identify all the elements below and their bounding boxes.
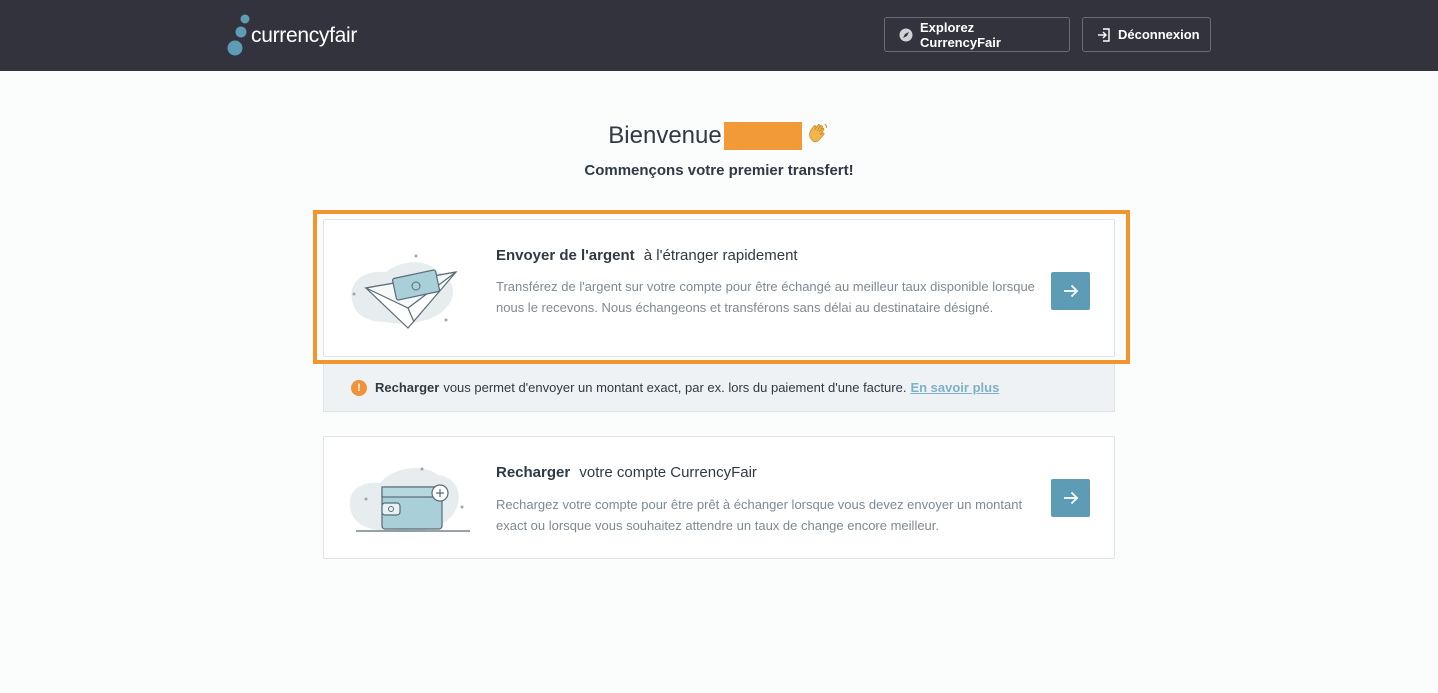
explore-currencyfair-button[interactable]: Explorez CurrencyFair: [884, 17, 1070, 52]
welcome-title: Bienvenue: [608, 122, 722, 149]
info-text: vous permet d'envoyer un montant exact, …: [443, 380, 907, 395]
welcome-heading: Bienvenue: [0, 120, 1438, 152]
info-bold: Recharger: [375, 380, 440, 395]
welcome-subtitle: Commençons votre premier transfert!: [584, 162, 854, 179]
send-title-bold: Envoyer de l'argent: [496, 247, 635, 264]
recharge-info-banner: ! Recharger vous permet d'envoyer un mon…: [323, 364, 1115, 412]
arrow-right-icon: [1063, 284, 1078, 298]
logout-label: Déconnexion: [1118, 27, 1200, 42]
arrow-right-icon: [1063, 491, 1078, 505]
recharge-card-description: Rechargez votre compte pour être prêt à …: [496, 497, 1023, 533]
recharge-arrow-button[interactable]: [1051, 479, 1090, 517]
recharge-title-rest: votre compte CurrencyFair: [579, 464, 757, 481]
logout-icon: [1097, 27, 1111, 42]
logout-button[interactable]: Déconnexion: [1082, 17, 1211, 52]
waving-hand-icon: [806, 121, 830, 151]
compass-icon: [899, 28, 913, 42]
send-card-title: Envoyer de l'argent à l'étranger rapidem…: [496, 247, 798, 264]
explore-label: Explorez CurrencyFair: [920, 19, 1001, 50]
send-money-card[interactable]: Envoyer de l'argent à l'étranger rapidem…: [323, 219, 1115, 357]
currencyfair-logo[interactable]: currencyfair: [227, 14, 367, 56]
learn-more-link[interactable]: En savoir plus: [910, 380, 999, 395]
recharge-title-bold: Recharger: [496, 464, 571, 481]
exclamation-icon: !: [351, 379, 367, 396]
recharge-account-card[interactable]: Recharger votre compte CurrencyFair Rech…: [323, 436, 1115, 559]
paper-plane-money-illustration: [346, 250, 466, 335]
brand-name: currencyfair: [251, 24, 358, 47]
redacted-username: [723, 122, 802, 150]
wallet-illustration: [346, 461, 476, 542]
logo-dots-icon: [227, 14, 250, 56]
send-title-rest: à l'étranger rapidement: [643, 247, 798, 264]
send-card-description: Transférez de l'argent sur votre compte …: [496, 279, 1035, 315]
top-bar: currencyfair Explorez CurrencyFair Décon…: [0, 0, 1438, 71]
send-money-arrow-button[interactable]: [1051, 272, 1090, 310]
recharge-card-title: Recharger votre compte CurrencyFair: [496, 464, 757, 481]
